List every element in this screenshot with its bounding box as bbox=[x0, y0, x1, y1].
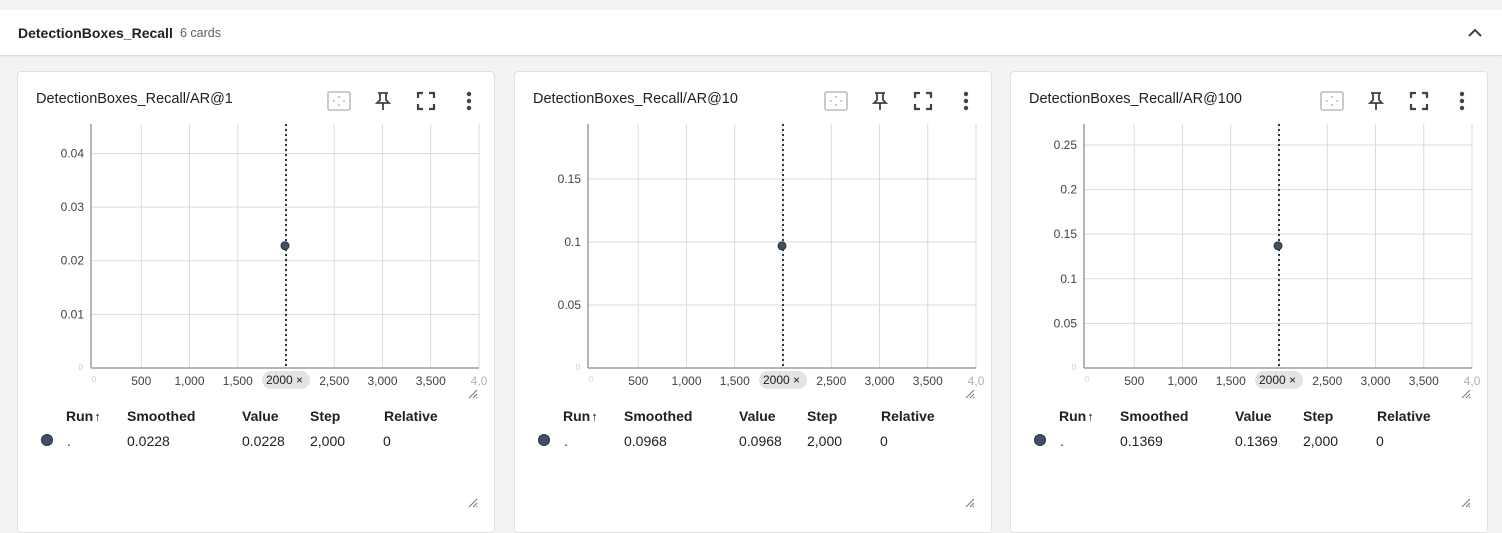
column-header-relative[interactable]: Relative bbox=[881, 408, 935, 424]
x-tick-label: 1,000 bbox=[174, 374, 204, 388]
card-resize-handle[interactable] bbox=[468, 498, 478, 508]
x-tick-label: 500 bbox=[628, 374, 648, 388]
scalar-line-chart[interactable]: 0.05 0.1 0.15 0.2 0.25 0 500 1,000 1,500 2,500 3,0… bbox=[1011, 72, 1487, 402]
arrow-up-icon: ↑ bbox=[591, 409, 598, 424]
y-tick-label: 0.15 bbox=[558, 172, 582, 186]
scalar-card: DetectionBoxes_Recall/AR@1 0.01 0.02 0.03 0… bbox=[17, 71, 495, 533]
scalar-card: DetectionBoxes_Recall/AR@100 0.05 0.1 0.15… bbox=[1010, 71, 1488, 533]
x-tick-label: 3,000 bbox=[1360, 374, 1390, 388]
column-header-step[interactable]: Step bbox=[310, 408, 340, 424]
y-tick-label: 0.25 bbox=[1054, 138, 1078, 152]
chart-resize-handle[interactable] bbox=[965, 389, 975, 399]
chart-resize-handle[interactable] bbox=[468, 389, 478, 399]
x-tick-label: 4,0 bbox=[1464, 374, 1481, 388]
cell-step: 2,000 bbox=[807, 433, 843, 449]
scalar-line-chart[interactable]: 0.05 0.1 0.15 0 500 1,000 1,500 2,500 3,000 3,500… bbox=[515, 72, 991, 402]
column-header-run[interactable]: Run↑ bbox=[66, 408, 101, 424]
cell-smoothed: 0.0968 bbox=[624, 433, 667, 449]
arrow-up-icon: ↑ bbox=[1087, 409, 1094, 424]
x-tick-label: 500 bbox=[1124, 374, 1144, 388]
y-tick-label: 0 bbox=[576, 363, 581, 372]
cell-step: 2,000 bbox=[1303, 433, 1339, 449]
chevron-up-icon[interactable] bbox=[1464, 22, 1486, 44]
x-tick-label: 2,500 bbox=[816, 374, 846, 388]
y-tick-label: 0.03 bbox=[61, 200, 85, 214]
x-tick-label: 1,000 bbox=[671, 374, 701, 388]
x-tick-label: 0 bbox=[92, 375, 97, 384]
card-resize-handle[interactable] bbox=[1461, 498, 1471, 508]
cell-smoothed: 0.1369 bbox=[1120, 433, 1163, 449]
x-tick-label: 1,500 bbox=[720, 374, 750, 388]
x-tick-label: 1,000 bbox=[1167, 374, 1197, 388]
group-card-count: 6 cards bbox=[180, 26, 221, 40]
cell-value: 0.1369 bbox=[1235, 433, 1278, 449]
cell-value: 0.0968 bbox=[739, 433, 782, 449]
card-resize-handle[interactable] bbox=[965, 498, 975, 508]
y-tick-label: 0.1 bbox=[1060, 272, 1077, 286]
y-tick-label: 0.2 bbox=[1060, 183, 1077, 197]
column-header-value[interactable]: Value bbox=[242, 408, 279, 424]
column-header-step[interactable]: Step bbox=[807, 408, 837, 424]
y-tick-label: 0.05 bbox=[558, 298, 582, 312]
run-color-swatch bbox=[41, 434, 53, 446]
chart-resize-handle[interactable] bbox=[1461, 389, 1471, 399]
card-group-header[interactable]: DetectionBoxes_Recall 6 cards bbox=[0, 10, 1502, 56]
step-cursor-chip[interactable]: 2000 × bbox=[1255, 371, 1303, 389]
x-tick-label: 1,500 bbox=[1216, 374, 1246, 388]
run-color-swatch bbox=[538, 434, 550, 446]
y-tick-label: 0.02 bbox=[61, 254, 85, 268]
column-header-value[interactable]: Value bbox=[1235, 408, 1272, 424]
y-tick-label: 0.04 bbox=[61, 146, 85, 160]
y-tick-label: 0 bbox=[1072, 363, 1077, 372]
cell-value: 0.0228 bbox=[242, 433, 285, 449]
x-tick-label: 1,500 bbox=[223, 374, 253, 388]
cell-relative: 0 bbox=[383, 433, 391, 449]
step-cursor-chip[interactable]: 2000 × bbox=[262, 371, 310, 389]
x-tick-label: 3,500 bbox=[416, 374, 446, 388]
cell-run: . bbox=[564, 433, 568, 449]
cell-relative: 0 bbox=[1376, 433, 1384, 449]
step-cursor-chip[interactable]: 2000 × bbox=[759, 371, 807, 389]
group-title: DetectionBoxes_Recall bbox=[18, 25, 173, 41]
column-header-relative[interactable]: Relative bbox=[384, 408, 438, 424]
x-tick-label: 0 bbox=[589, 375, 594, 384]
column-header-run[interactable]: Run↑ bbox=[563, 408, 598, 424]
scalar-line-chart[interactable]: 0.01 0.02 0.03 0.04 0 500 1,000 1,500 2,500 3,000… bbox=[18, 72, 494, 402]
x-tick-label: 2,500 bbox=[319, 374, 349, 388]
cell-run: . bbox=[67, 433, 71, 449]
y-tick-label: 0.15 bbox=[1054, 227, 1078, 241]
cell-step: 2,000 bbox=[310, 433, 346, 449]
run-color-swatch bbox=[1034, 434, 1046, 446]
column-header-value[interactable]: Value bbox=[739, 408, 776, 424]
x-tick-label: 3,000 bbox=[367, 374, 397, 388]
column-header-run[interactable]: Run↑ bbox=[1059, 408, 1094, 424]
column-header-smoothed[interactable]: Smoothed bbox=[624, 408, 692, 424]
cell-relative: 0 bbox=[880, 433, 888, 449]
cell-smoothed: 0.0228 bbox=[127, 433, 170, 449]
y-tick-label: 0.05 bbox=[1054, 316, 1078, 330]
data-point bbox=[777, 241, 787, 251]
x-tick-label: 3,500 bbox=[913, 374, 943, 388]
x-tick-label: 3,000 bbox=[864, 374, 894, 388]
data-point bbox=[1273, 241, 1283, 251]
x-tick-label: 500 bbox=[131, 374, 151, 388]
y-tick-label: 0.01 bbox=[61, 307, 85, 321]
column-header-relative[interactable]: Relative bbox=[1377, 408, 1431, 424]
data-point bbox=[280, 241, 290, 251]
arrow-up-icon: ↑ bbox=[94, 409, 101, 424]
x-tick-label: 4,0 bbox=[471, 374, 488, 388]
x-tick-label: 4,0 bbox=[968, 374, 985, 388]
y-tick-label: 0.1 bbox=[564, 235, 581, 249]
column-header-smoothed[interactable]: Smoothed bbox=[1120, 408, 1188, 424]
column-header-smoothed[interactable]: Smoothed bbox=[127, 408, 195, 424]
cell-run: . bbox=[1060, 433, 1064, 449]
column-header-step[interactable]: Step bbox=[1303, 408, 1333, 424]
x-tick-label: 3,500 bbox=[1409, 374, 1439, 388]
scalar-card: DetectionBoxes_Recall/AR@10 0.05 0.1 0.15 0… bbox=[514, 71, 992, 533]
y-tick-label: 0 bbox=[79, 363, 84, 372]
x-tick-label: 0 bbox=[1085, 375, 1090, 384]
x-tick-label: 2,500 bbox=[1312, 374, 1342, 388]
